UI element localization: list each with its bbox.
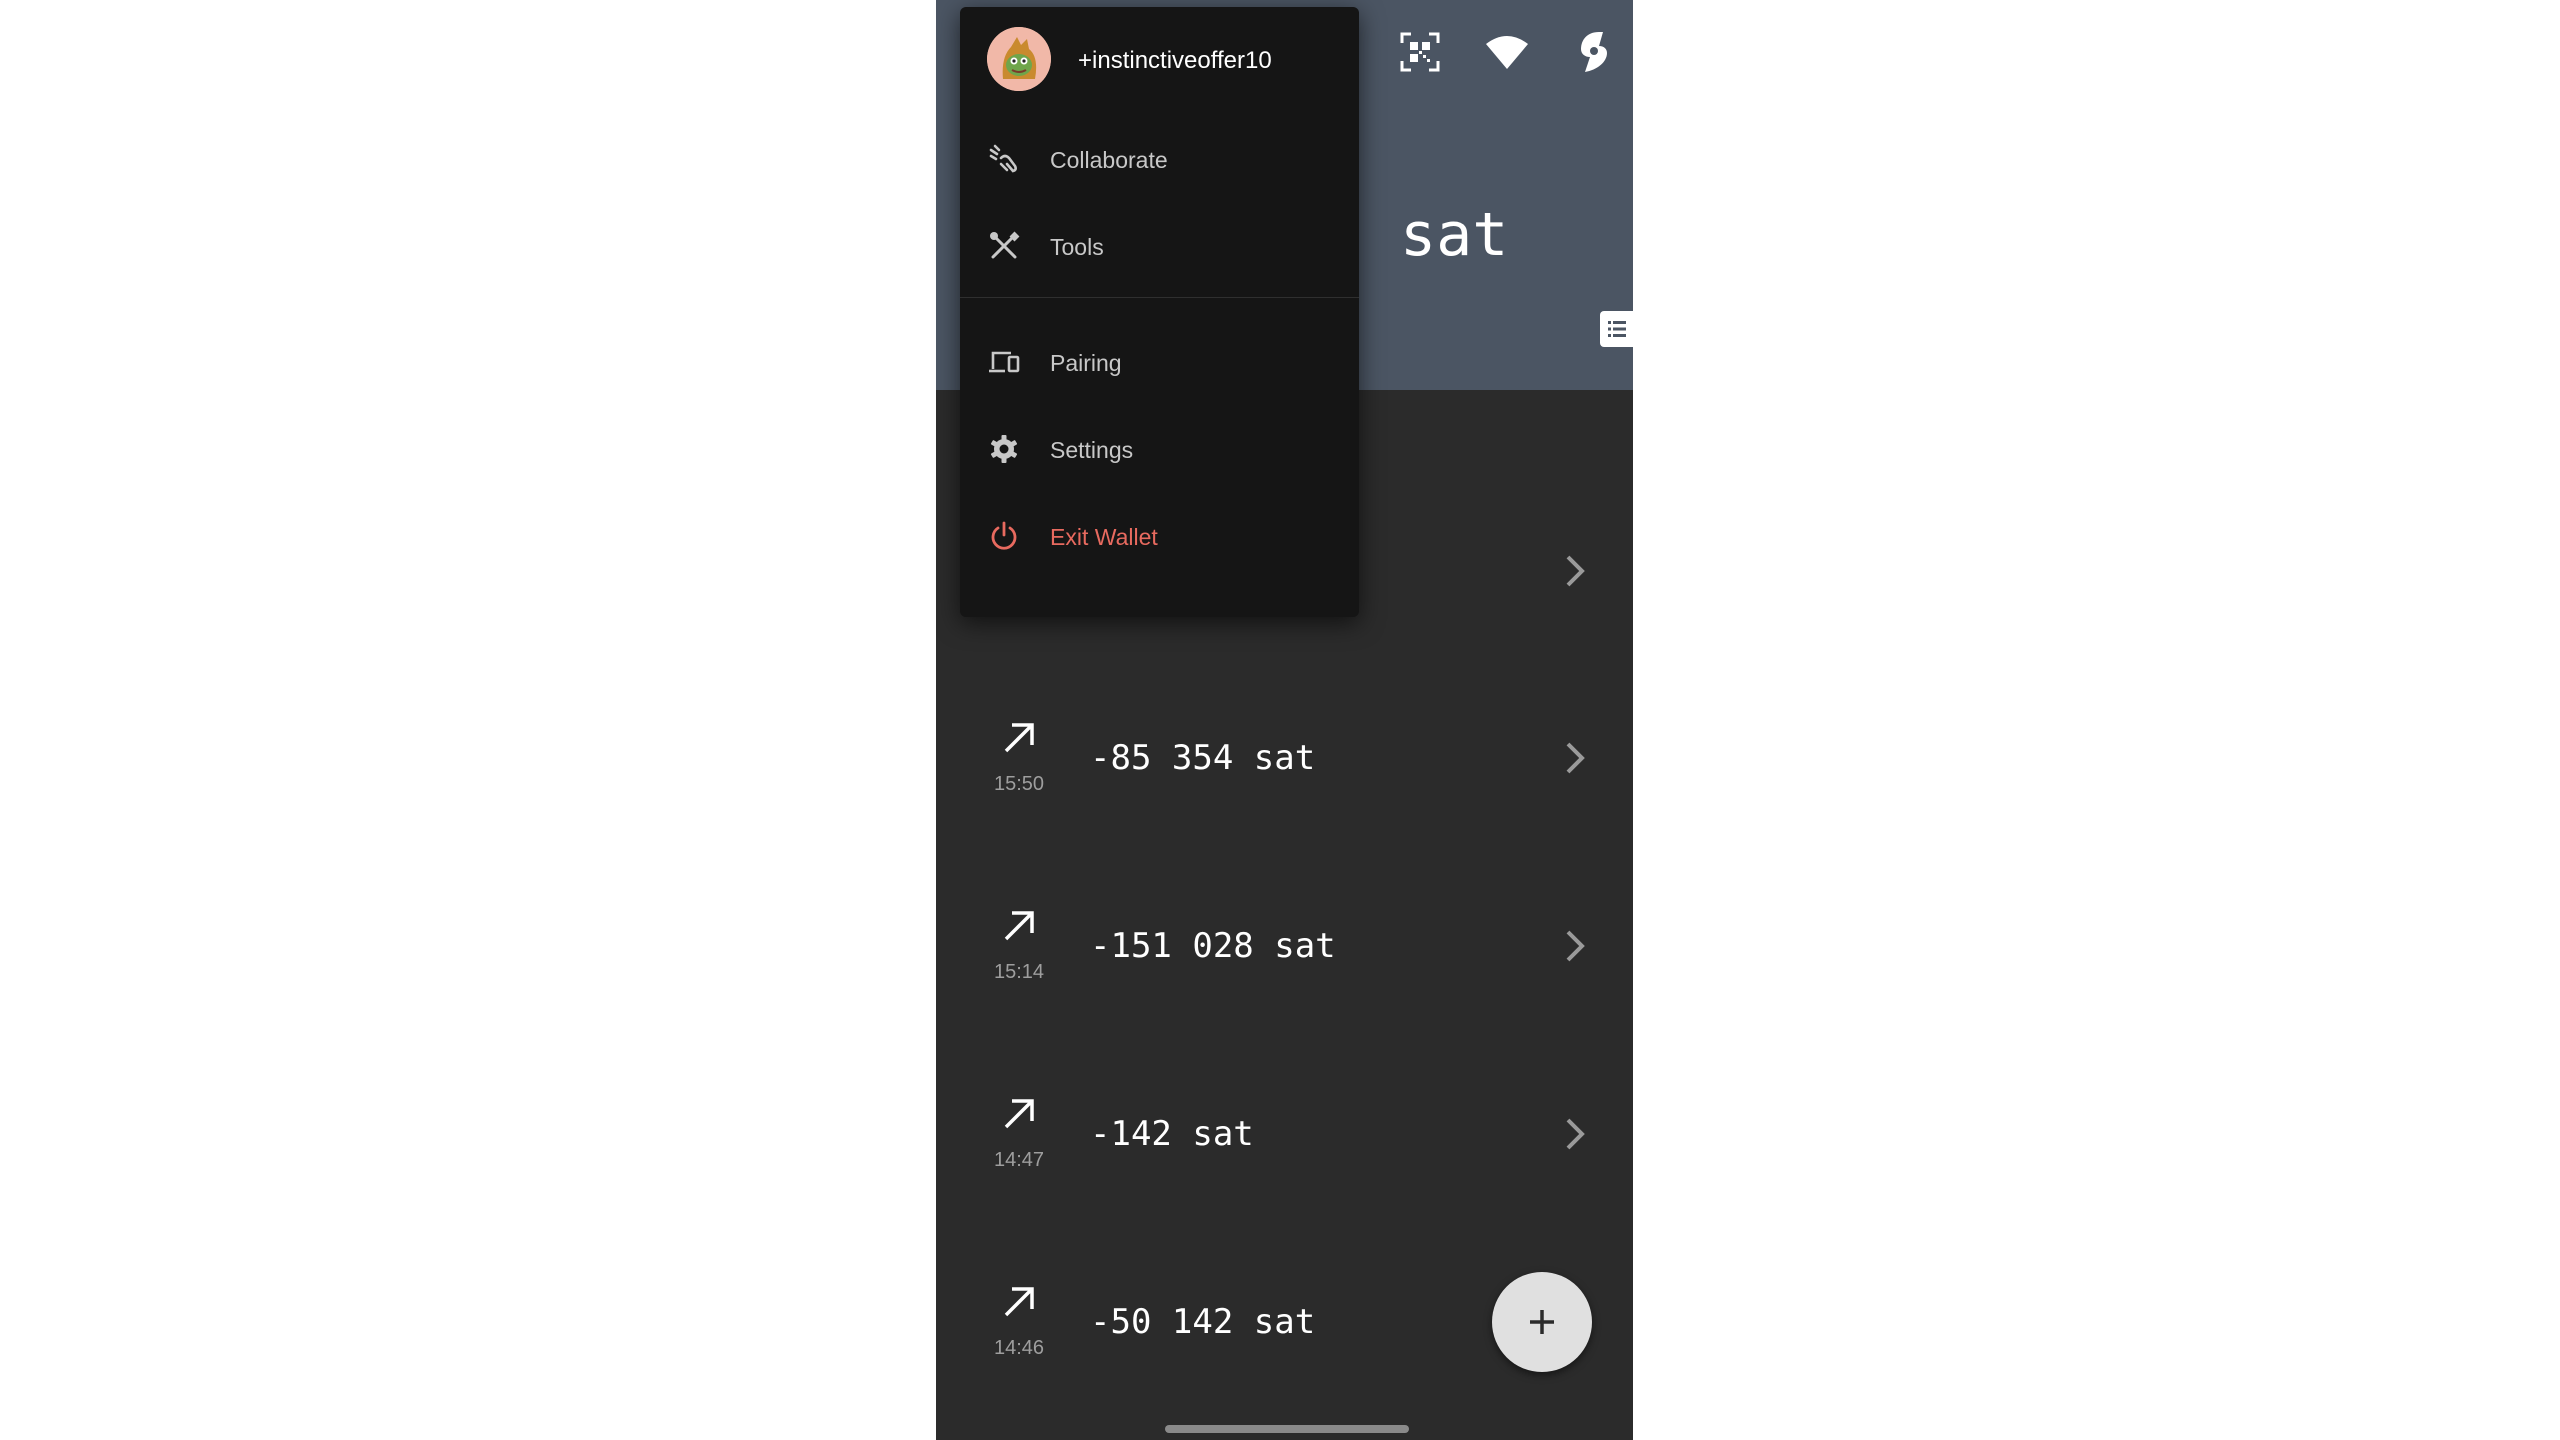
- menu-item-collaborate[interactable]: Collaborate: [960, 124, 1359, 194]
- menu-divider: [960, 297, 1359, 298]
- plus-icon: [1530, 1310, 1554, 1334]
- transaction-row[interactable]: 15:14 -151 028 sat: [936, 906, 1633, 1094]
- outgoing-arrow-icon: [1004, 1287, 1034, 1317]
- balance-unit: sat: [1400, 200, 1509, 270]
- transaction-time: 15:14: [993, 961, 1045, 983]
- outgoing-arrow-icon: [1004, 723, 1034, 753]
- menu-item-pairing[interactable]: Pairing: [960, 327, 1359, 397]
- profile-name: +instinctiveoffer10: [1078, 47, 1272, 74]
- lightning-icon[interactable]: [1566, 24, 1622, 80]
- devices-icon: [989, 351, 1020, 373]
- wifi-icon[interactable]: [1479, 24, 1535, 80]
- chevron-right-icon: [1566, 742, 1585, 774]
- home-indicator[interactable]: [1165, 1425, 1409, 1433]
- transaction-amount: -151 028 sat: [1090, 926, 1336, 966]
- menu-item-settings[interactable]: Settings: [960, 414, 1359, 484]
- power-icon: [991, 521, 1017, 550]
- transaction-time: 15:50: [993, 773, 1045, 795]
- gear-icon: [990, 435, 1018, 463]
- chevron-right-icon: [1566, 1118, 1585, 1150]
- transaction-time: 14:46: [993, 1337, 1045, 1359]
- chevron-right-icon[interactable]: [1562, 553, 1588, 589]
- menu-label: Exit Wallet: [1050, 524, 1158, 550]
- transaction-amount: -85 354 sat: [1090, 738, 1316, 778]
- chevron-right-icon: [1566, 930, 1585, 962]
- menu-item-tools[interactable]: Tools: [960, 211, 1359, 281]
- transaction-amount: -50 142 sat: [1090, 1302, 1316, 1342]
- avatar: [987, 27, 1051, 91]
- qr-scan-icon[interactable]: [1392, 24, 1448, 80]
- tools-icon: [990, 231, 1020, 259]
- outgoing-arrow-icon: [1004, 1099, 1034, 1129]
- menu-item-exit-wallet[interactable]: Exit Wallet: [960, 501, 1359, 571]
- add-button[interactable]: [1492, 1272, 1592, 1372]
- list-icon[interactable]: [1600, 311, 1633, 347]
- transaction-time: 14:47: [993, 1149, 1045, 1171]
- menu-label: Collaborate: [1050, 147, 1168, 173]
- menu-label: Pairing: [1050, 350, 1122, 376]
- transaction-row[interactable]: 15:50 -85 354 sat: [936, 718, 1633, 906]
- outgoing-arrow-icon: [1004, 911, 1034, 941]
- profile-item[interactable]: +instinctiveoffer10: [960, 27, 1359, 97]
- transaction-amount: -142 sat: [1090, 1114, 1254, 1154]
- transaction-row[interactable]: 14:47 -142 sat: [936, 1094, 1633, 1282]
- menu-label: Settings: [1050, 437, 1134, 463]
- account-menu: +instinctiveoffer10 Collaborate Tools Pa…: [960, 7, 1359, 617]
- menu-label: Tools: [1050, 234, 1104, 260]
- collaborate-icon: [989, 144, 1017, 173]
